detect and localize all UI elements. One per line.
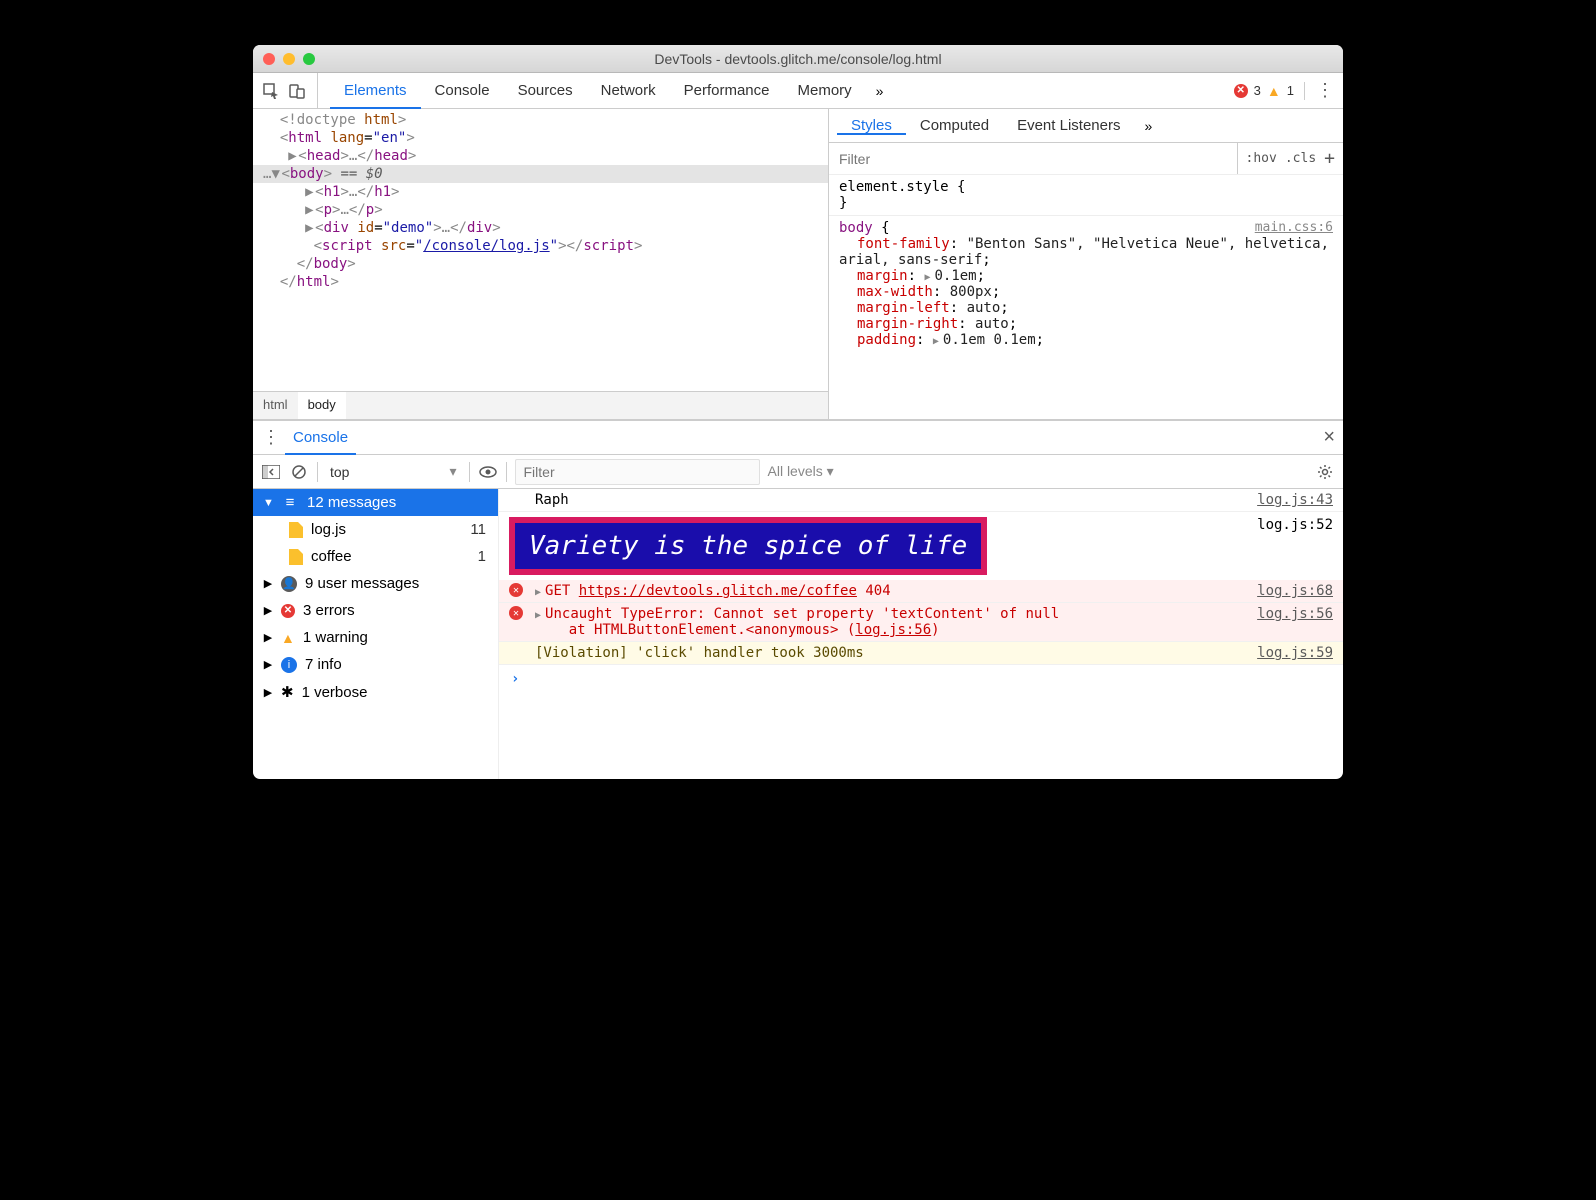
dom-selected-body[interactable]: …▼<body> == $0 [253,165,828,183]
console-settings-icon[interactable] [1315,462,1335,482]
breadcrumb[interactable]: html body [253,391,828,419]
console-prompt[interactable]: › [499,665,1343,693]
sidebar-item-coffee[interactable]: coffee 1 [253,543,498,570]
error-icon: ✕ [509,583,523,597]
dom-tree[interactable]: <!doctype html> <html lang="en"> ▶<head>… [253,109,828,391]
debug-icon: ✱ [281,683,294,701]
sidebar-item-all-messages[interactable]: ▼ ≡ 12 messages [253,489,498,516]
console-sidebar[interactable]: ▼ ≡ 12 messages log.js 11 coffee 1 ▶ 👤 [253,489,499,779]
drawer-menu-icon[interactable]: ⋮ [261,427,281,448]
tab-network[interactable]: Network [587,73,670,108]
console-toolbar: top▾ All levels ▾ [253,455,1343,489]
drawer-close-button[interactable]: × [1323,426,1335,449]
titlebar: DevTools - devtools.glitch.me/console/lo… [253,45,1343,73]
tab-styles[interactable]: Styles [837,117,906,134]
log-source-link[interactable]: log.js:52 [1257,517,1333,575]
log-source-link[interactable]: log.js:68 [1257,583,1333,599]
elements-panel: <!doctype html> <html lang="en"> ▶<head>… [253,109,829,419]
clear-console-icon[interactable] [289,462,309,482]
window-title: DevTools - devtools.glitch.me/console/lo… [253,51,1343,67]
error-icon[interactable]: ✕ [1234,84,1248,98]
log-row[interactable]: Variety is the spice of life log.js:52 [499,512,1343,580]
main-toolbar: Elements Console Sources Network Perform… [253,73,1343,109]
hov-button[interactable]: :hov [1246,151,1277,166]
settings-menu-icon[interactable]: ⋮ [1315,80,1335,101]
user-icon: 👤 [281,576,297,592]
sidebar-item-user-messages[interactable]: ▶ 👤 9 user messages [253,570,498,597]
log-row-error[interactable]: ✕ ▶Uncaught TypeError: Cannot set proper… [499,603,1343,642]
styles-panel: Styles Computed Event Listeners » :hov .… [829,109,1343,419]
css-source-link[interactable]: main.css:6 [1255,220,1333,235]
inspect-element-icon[interactable] [261,81,281,101]
error-icon: ✕ [509,606,523,620]
styles-filter-input[interactable] [829,143,1237,174]
crumb-body[interactable]: body [298,392,346,419]
tab-computed[interactable]: Computed [906,117,1003,134]
console-filter-input[interactable] [515,459,760,485]
sidebar-toggle-icon[interactable] [261,462,281,482]
warning-count: 1 [1287,83,1294,98]
console-drawer: ⋮ Console × top▾ All levels ▾ [253,419,1343,779]
styles-more-tabs-icon[interactable]: » [1134,118,1162,134]
device-toolbar-icon[interactable] [287,81,307,101]
tab-sources[interactable]: Sources [504,73,587,108]
styles-rules[interactable]: element.style { } main.css:6 body { font… [829,175,1343,419]
window-minimize-button[interactable] [283,53,295,65]
error-icon: ✕ [281,604,295,618]
window-maximize-button[interactable] [303,53,315,65]
log-source-link[interactable]: log.js:43 [1257,492,1333,508]
warning-icon[interactable]: ▲ [1267,83,1281,99]
sidebar-item-warnings[interactable]: ▶ ▲ 1 warning [253,624,498,651]
window-close-button[interactable] [263,53,275,65]
context-selector[interactable]: top▾ [326,463,461,480]
cls-button[interactable]: .cls [1285,151,1316,166]
tab-elements[interactable]: Elements [330,73,421,108]
sidebar-item-logjs[interactable]: log.js 11 [253,516,498,543]
warning-icon: ▲ [281,630,295,646]
tab-eventlisteners[interactable]: Event Listeners [1003,117,1134,134]
more-tabs-icon[interactable]: » [866,73,894,108]
log-row-violation[interactable]: [Violation] 'click' handler took 3000ms … [499,642,1343,665]
info-icon: i [281,657,297,673]
file-icon [289,522,303,538]
element-style-rule[interactable]: element.style { } [839,179,1333,211]
body-rule[interactable]: main.css:6 body { font-family: "Benton S… [839,220,1333,348]
devtools-window: DevTools - devtools.glitch.me/console/lo… [253,45,1343,779]
log-source-link[interactable]: log.js:59 [1257,645,1333,661]
file-icon [289,549,303,565]
error-count: 3 [1254,83,1261,98]
log-row[interactable]: Raph log.js:43 [499,489,1343,512]
tab-performance[interactable]: Performance [670,73,784,108]
add-rule-button[interactable]: + [1324,148,1335,169]
log-row-error[interactable]: ✕ ▶GET https://devtools.glitch.me/coffee… [499,580,1343,603]
crumb-html[interactable]: html [253,392,298,419]
tab-console[interactable]: Console [421,73,504,108]
console-log-area[interactable]: Raph log.js:43 Variety is the spice of l… [499,489,1343,779]
drawer-tab-console[interactable]: Console [285,421,356,454]
styled-log-message: Variety is the spice of life [509,517,987,575]
sidebar-item-errors[interactable]: ▶ ✕ 3 errors [253,597,498,624]
live-expression-icon[interactable] [478,462,498,482]
log-source-link[interactable]: log.js:56 [1257,606,1333,622]
sidebar-item-verbose[interactable]: ▶ ✱ 1 verbose [253,678,498,706]
log-levels-selector[interactable]: All levels ▾ [768,463,834,480]
tab-memory[interactable]: Memory [784,73,866,108]
sidebar-item-info[interactable]: ▶ i 7 info [253,651,498,678]
